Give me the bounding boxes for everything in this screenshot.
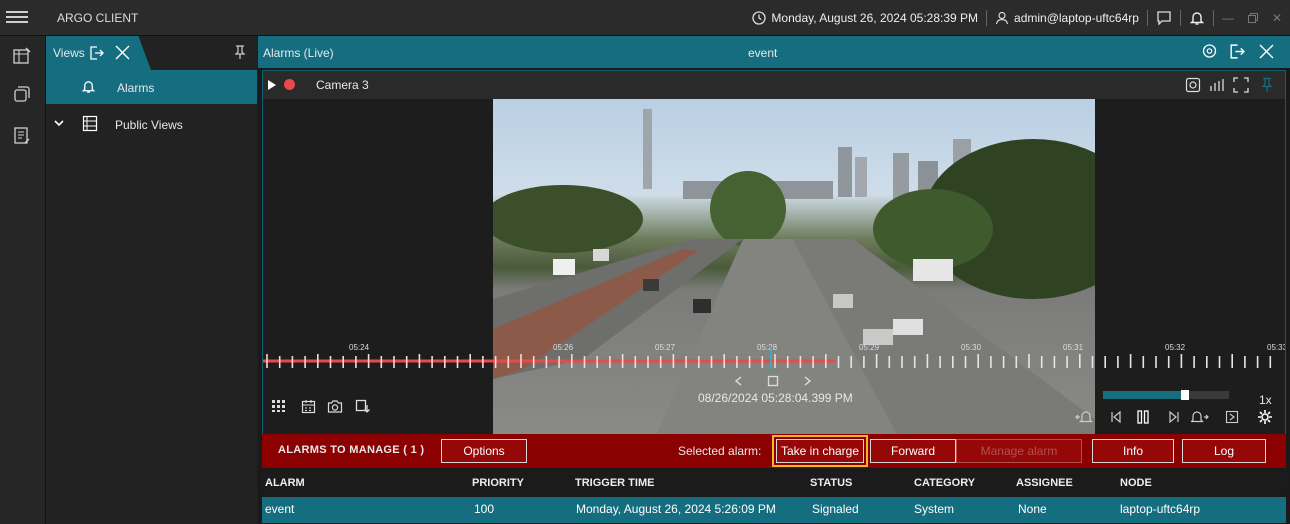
column-header-category[interactable]: CATEGORY [914, 477, 975, 489]
column-header-assignee[interactable]: ASSIGNEE [1016, 477, 1073, 489]
manage-title: ALARMS TO MANAGE ( 1 ) [278, 444, 425, 456]
table-row[interactable]: event 100 Monday, August 26, 2024 5:26:0… [262, 497, 1286, 523]
panel-center-title: event [748, 46, 778, 60]
camera-snapshot-icon[interactable] [327, 399, 343, 414]
clock-icon [752, 11, 767, 25]
export-icon[interactable] [1228, 43, 1245, 60]
play-icon[interactable] [267, 79, 277, 91]
cell-alarm: event [265, 502, 295, 516]
pause-icon[interactable] [1135, 409, 1151, 425]
bell-back-icon[interactable] [1075, 409, 1093, 425]
forward-button[interactable]: Forward [870, 439, 956, 463]
chevron-down-icon[interactable] [53, 118, 65, 128]
timeline-track [263, 347, 1272, 369]
views-item-label: Public Views [115, 118, 183, 132]
report-icon[interactable] [12, 126, 34, 148]
next-alarm-icon[interactable] [1225, 410, 1239, 424]
locate-icon[interactable] [1201, 43, 1218, 60]
close-icon[interactable]: ✕ [1272, 11, 1282, 25]
views-panel: Views Alarms Public Views [46, 36, 257, 524]
take-in-charge-button[interactable]: Take in charge [772, 435, 868, 467]
views-title: Views [53, 46, 85, 60]
export-icon[interactable] [88, 45, 104, 61]
bell-icon[interactable] [1189, 10, 1205, 26]
manage-alarm-button[interactable]: Manage alarm [956, 439, 1082, 463]
chat-icon[interactable] [1156, 10, 1172, 26]
divider [1212, 10, 1214, 26]
restore-icon[interactable] [1247, 13, 1258, 23]
bell-icon [81, 79, 96, 94]
info-button[interactable]: Info [1092, 439, 1174, 463]
panel-title: Alarms (Live) [263, 46, 334, 60]
alarms-panel: Alarms (Live) event Camera 3 05:24 05:26… [258, 36, 1290, 524]
video-toolbar: Camera 3 [263, 71, 1285, 99]
grid-icon[interactable] [271, 399, 287, 413]
close-icon[interactable] [114, 44, 131, 61]
close-icon[interactable] [1258, 43, 1275, 60]
playback-timestamp: 08/26/2024 05:28:04.399 PM [698, 391, 853, 405]
column-header-trigger-time[interactable]: TRIGGER TIME [575, 477, 654, 489]
signal-bars-icon[interactable] [1209, 77, 1225, 93]
title-bar-right: Monday, August 26, 2024 05:28:39 PM admi… [752, 0, 1282, 36]
pin-icon[interactable] [234, 45, 246, 59]
volume-fill [1103, 391, 1185, 399]
dashboard-icon[interactable] [12, 46, 34, 68]
timeline[interactable]: 05:24 05:26 05:27 05:28 05:29 05:30 05:3… [263, 339, 1285, 373]
list-icon [82, 115, 98, 132]
column-header-alarm[interactable]: ALARM [265, 477, 305, 489]
calendar-icon[interactable] [301, 399, 316, 414]
views-item-public-views[interactable]: Public Views [46, 108, 257, 142]
column-header-status[interactable]: STATUS [810, 477, 852, 489]
pin-icon[interactable] [1261, 77, 1273, 92]
left-rail [0, 36, 46, 524]
views-item-alarms[interactable]: Alarms [46, 70, 257, 104]
app-title: ARGO CLIENT [57, 11, 139, 25]
cell-node: laptop-uftc64rp [1120, 502, 1201, 516]
cell-category: System [914, 502, 955, 516]
column-header-node[interactable]: NODE [1120, 477, 1152, 489]
views-item-label: Alarms [117, 81, 155, 95]
column-header-priority[interactable]: PRIORITY [472, 477, 524, 489]
menu-icon[interactable] [6, 8, 28, 26]
volume-slider[interactable] [1103, 390, 1229, 400]
skip-back-icon[interactable] [1109, 410, 1123, 424]
app-window: ARGO CLIENT Monday, August 26, 2024 05:2… [0, 0, 1290, 524]
views-header: Views [46, 36, 257, 70]
alarms-table-header: ALARM PRIORITY TRIGGER TIME STATUS CATEG… [262, 472, 1286, 494]
export-clip-icon[interactable] [355, 399, 370, 414]
cell-status: Signaled [812, 502, 859, 516]
divider [1146, 10, 1148, 26]
skip-forward-icon[interactable] [1167, 410, 1181, 424]
cell-priority: 100 [474, 502, 495, 516]
options-button[interactable]: Options [441, 439, 527, 463]
video-player: Camera 3 05:24 05:26 05:27 05:28 05:29 0… [262, 70, 1286, 464]
cell-trigger-time: Monday, August 26, 2024 5:26:09 PM [576, 502, 776, 516]
selected-alarm-label: Selected alarm: [678, 444, 762, 458]
cell-assignee: None [1018, 502, 1047, 516]
user-icon [995, 11, 1009, 25]
alarms-to-manage-bar: ALARMS TO MANAGE ( 1 ) Options Selected … [262, 434, 1286, 468]
settings-gear-icon[interactable] [1257, 409, 1273, 425]
frame-back-icon[interactable] [733, 375, 745, 387]
alarms-header: Alarms (Live) event [258, 36, 1290, 68]
volume-knob[interactable] [1180, 390, 1189, 400]
fullscreen-icon[interactable] [1233, 77, 1249, 93]
speed-label: 1x [1259, 393, 1272, 407]
minimize-icon[interactable]: — [1222, 11, 1234, 25]
views-tab[interactable]: Views [46, 36, 151, 70]
windows-icon[interactable] [12, 84, 34, 106]
bell-forward-icon[interactable] [1191, 409, 1209, 425]
snapshot-icon[interactable] [1185, 77, 1201, 93]
frame-forward-icon[interactable] [801, 375, 813, 387]
log-button[interactable]: Log [1182, 439, 1266, 463]
record-icon[interactable] [283, 78, 296, 91]
datetime-label: Monday, August 26, 2024 05:28:39 PM [771, 11, 979, 25]
camera-name: Camera 3 [316, 78, 369, 92]
user-label[interactable]: admin@laptop-uftc64rp [1014, 11, 1139, 25]
divider [1179, 10, 1181, 26]
title-bar: ARGO CLIENT Monday, August 26, 2024 05:2… [0, 0, 1290, 36]
stop-icon[interactable] [767, 375, 779, 387]
divider [986, 10, 988, 26]
